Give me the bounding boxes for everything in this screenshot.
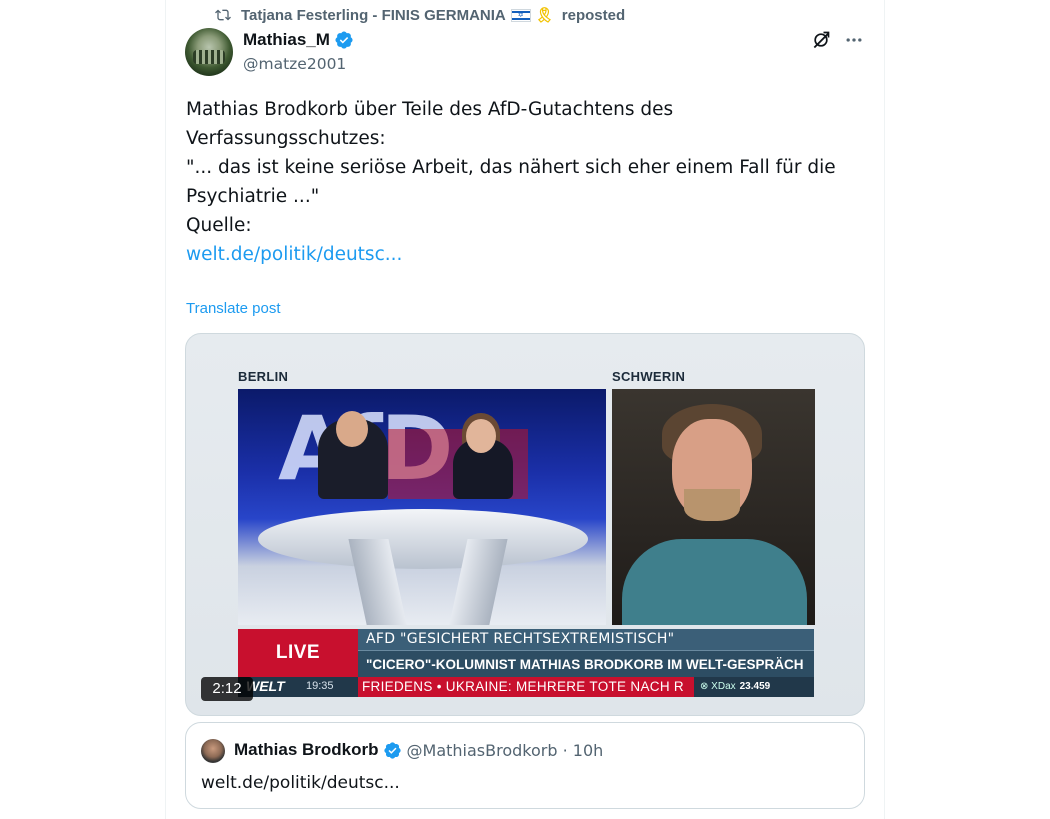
reposter-name[interactable]: Tatjana Festerling - FINIS GERMANIA [241,7,506,24]
anchor-female-head [466,419,496,453]
live-badge: LIVE [238,629,358,677]
repost-header: Tatjana Festerling - FINIS GERMANIA ✡ 🎗 … [215,5,625,25]
repost-label: reposted [561,6,626,24]
quoted-text: welt.de/politik/deutsc... [201,773,400,793]
dax-value: 23.459 [739,681,771,692]
repost-icon [215,9,231,21]
translate-post-link[interactable]: Translate post [186,300,281,317]
quoted-handle-time: @MathiasBrodkorb · 10h [406,740,604,760]
lower-third-headline: AFD "GESICHERT RECHTSEXTREMISTISCH" [358,629,814,650]
grok-icon[interactable] [811,30,831,50]
post-link[interactable]: welt.de/politik/deutsc... [186,244,402,265]
news-desk [258,509,588,569]
location-label-berlin: BERLIN [238,369,289,384]
israel-flag-icon: ✡ [510,8,531,22]
anchor-male-head [336,411,368,447]
guest-video-frame [612,389,815,625]
quoted-header: Mathias Brodkorb @MathiasBrodkorb · 10h [234,740,603,760]
video-player[interactable]: BERLIN SCHWERIN AfD LIVE AFD "GESICHERT … [185,333,865,716]
quoted-post[interactable]: Mathias Brodkorb @MathiasBrodkorb · 10h … [185,722,865,809]
lower-third: LIVE AFD "GESICHERT RECHTSEXTREMISTISCH"… [238,629,814,699]
verified-badge-icon[interactable] [334,30,354,50]
author-handle[interactable]: @matze2001 [243,55,354,73]
quoted-avatar [201,739,225,763]
news-ticker: WELT 19:35 FRIEDENS • UKRAINE: MEHRERE T… [238,677,814,697]
lower-third-subline: "CICERO"-KOLUMNIST MATHIAS BRODKORB IM W… [358,650,814,677]
dax-indicator: ⊗ XDax 23.459 [700,681,771,692]
guest-body [622,539,807,625]
ticker-time: 19:35 [306,680,334,692]
post-text-line: Quelle: [186,215,252,236]
post-text-line: Mathias Brodkorb über Teile des AfD-Guta… [186,99,680,149]
author-block: Mathias_M @matze2001 [243,29,354,73]
more-options-icon[interactable] [843,30,865,50]
quoted-author-name: Mathias Brodkorb [234,740,379,759]
location-label-schwerin: SCHWERIN [612,369,686,384]
author-avatar[interactable] [185,28,233,76]
yellow-ribbon-icon: 🎗 [534,7,554,24]
author-name[interactable]: Mathias_M [243,30,330,50]
guest-beard [684,489,740,521]
post-text-line: "... das ist keine seriöse Arbeit, das n… [186,157,842,207]
studio-video-frame: AfD [238,389,606,625]
ticker-news: FRIEDENS • UKRAINE: MEHRERE TOTE NACH R [358,677,694,697]
post-text: Mathias Brodkorb über Teile des AfD-Guta… [186,95,846,269]
video-duration: 2:12 [201,677,253,701]
dax-label: XDax [711,681,736,692]
verified-badge-icon [383,741,401,759]
